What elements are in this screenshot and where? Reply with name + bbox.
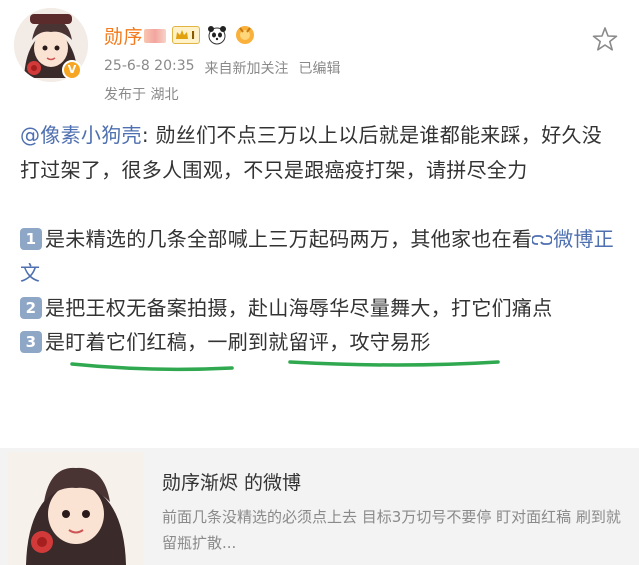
favorite-star-icon[interactable] bbox=[592, 26, 618, 52]
card-description: 前面几条没精选的必须点上去 目标3万切号不要停 盯对面红稿 刷到就留瓶扩散... bbox=[162, 508, 621, 552]
card-avatar-illustration-icon bbox=[8, 452, 144, 565]
post-intro: @像素小狗壳: 勋丝们不点三万以上以后就是谁都能来踩，好久没打过架了，很多人围观… bbox=[20, 118, 620, 187]
level-badge[interactable]: I bbox=[172, 26, 201, 44]
post-source: 来自新加关注 bbox=[204, 61, 289, 77]
list-item: 2 是把王权无备案拍摄，赴山海辱华尽量舞大，打它们痛点 bbox=[20, 291, 620, 326]
author-name[interactable]: 勋序 bbox=[104, 22, 167, 49]
card-thumbnail bbox=[8, 452, 144, 565]
link-icon bbox=[532, 234, 553, 245]
item-three-text: 是盯着它们红稿，一刷到就留评，攻守易形 bbox=[45, 330, 431, 354]
author-name-text: 勋序 bbox=[104, 25, 144, 48]
post-edited-label[interactable]: 已编辑 bbox=[299, 58, 341, 78]
number-two-icon: 2 bbox=[20, 296, 42, 319]
name-mosaic-icon bbox=[144, 28, 167, 43]
verified-badge-icon: V bbox=[62, 60, 82, 80]
number-one-icon: 1 bbox=[20, 227, 42, 250]
mention-link[interactable]: @像素小狗壳 bbox=[20, 123, 142, 147]
post-meta: 25-6-8 20:35 来自新加关注 已编辑 bbox=[104, 58, 341, 78]
underline-stroke-a bbox=[70, 362, 234, 372]
post-datetime: 25-6-8 20:35 bbox=[104, 58, 195, 74]
fan-badge-icon[interactable] bbox=[234, 24, 256, 46]
author-row: 勋序 I bbox=[104, 22, 256, 48]
panda-icon[interactable] bbox=[206, 24, 228, 46]
post-location: 发布于 湖北 bbox=[104, 87, 179, 103]
list-item: 3 是盯着它们红稿，一刷到就留评，攻守易形 bbox=[20, 325, 620, 360]
underline-stroke-b bbox=[288, 360, 500, 367]
post-body: @像素小狗壳: 勋丝们不点三万以上以后就是谁都能来踩，好久没打过架了，很多人围观… bbox=[20, 118, 620, 360]
item-two-text-b: 赴山海辱华尽量舞大 bbox=[248, 295, 431, 320]
post-header: V 勋序 I 25-6-8 20:35 来自新加关注 已编辑 发布于 湖北 bbox=[0, 0, 639, 110]
number-three-icon: 3 bbox=[20, 331, 42, 353]
item-two-text-a: 是把王权无备案拍摄 bbox=[45, 295, 228, 320]
item-two-separator: ， bbox=[227, 295, 249, 320]
crown-icon bbox=[176, 30, 189, 39]
card-title: 勋序渐烬 的微博 bbox=[162, 472, 302, 494]
shared-weibo-card[interactable]: 勋序渐烬 的微博 前面几条没精选的必须点上去 目标3万切号不要停 盯对面红稿 刷… bbox=[0, 448, 639, 565]
item-two-text-c: ，打它们痛点 bbox=[430, 295, 553, 320]
level-badge-label: I bbox=[191, 28, 196, 42]
item-one-text: 是未精选的几条全部喊上三万起码两万，其他家也在看 bbox=[45, 226, 533, 251]
list-item: 1 是未精选的几条全部喊上三万起码两万，其他家也在看 微博正文 bbox=[20, 222, 620, 291]
